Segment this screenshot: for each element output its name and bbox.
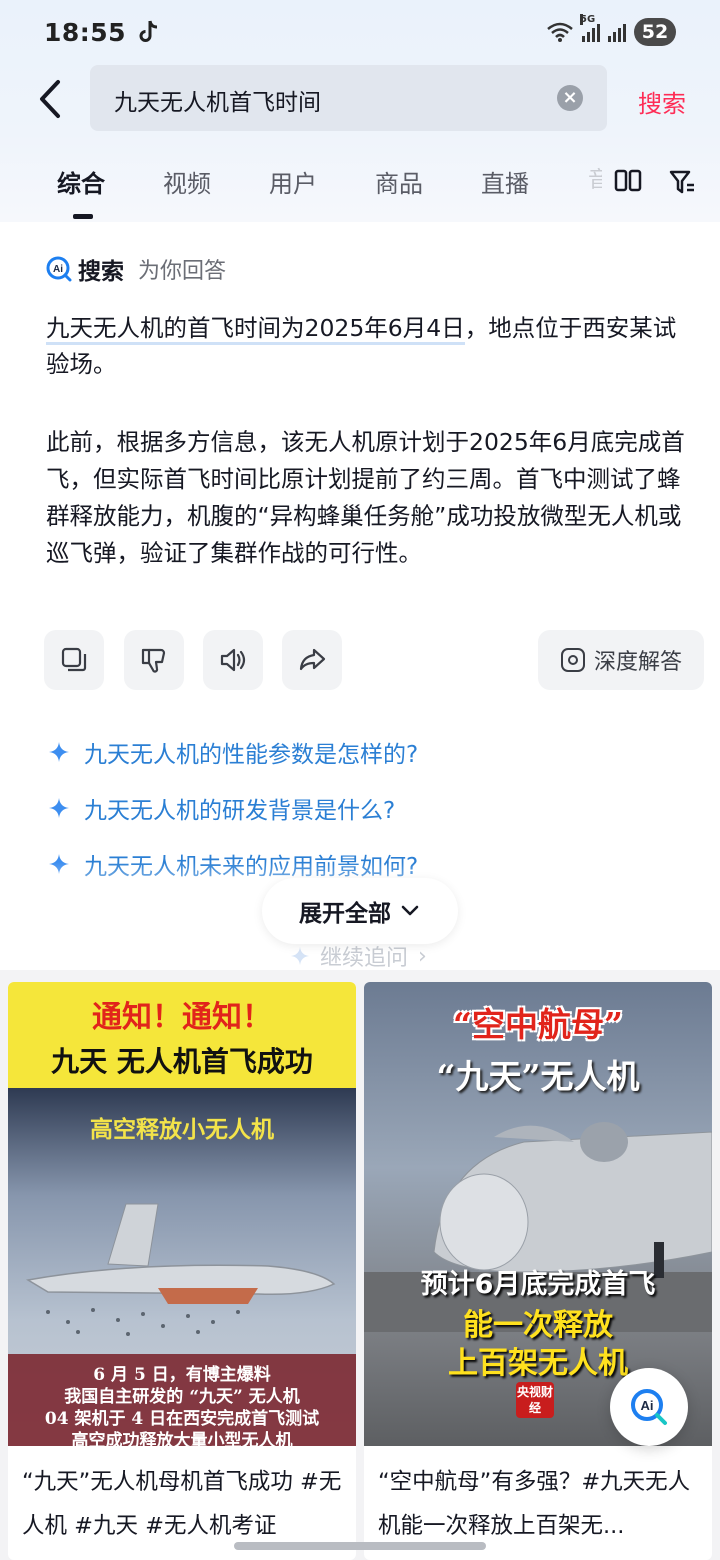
expand-all-button[interactable]: 展开全部 [262, 878, 458, 944]
deep-answer-button[interactable]: 深度解答 [538, 630, 704, 690]
cctv-finance-logo: 央视财经 [516, 1382, 554, 1418]
answer-highlight: 九天无人机的首飞时间为2025年6月4日 [46, 314, 465, 345]
drone-illustration [25, 1203, 336, 1336]
thumb-banner: 高空释放小无人机 [90, 1116, 274, 1143]
wifi-icon [547, 22, 573, 42]
status-time: 18:55 [44, 17, 127, 47]
svg-text:Ai: Ai [53, 264, 63, 275]
home-indicator [234, 1542, 486, 1550]
copy-button[interactable] [44, 630, 104, 690]
svg-text:Ai: Ai [641, 1398, 654, 1413]
tab-users[interactable]: 用户 [269, 164, 317, 199]
status-bar: 18:55 5G 52 [0, 0, 720, 64]
ai-search-logo-icon: Ai [46, 256, 72, 282]
tab-overflow[interactable]: 音 [588, 162, 602, 194]
ai-assistant-button[interactable]: Ai [610, 1368, 688, 1446]
follow-up-text: 九天无人机的研发背景是什么? [84, 798, 396, 824]
filter-icon[interactable] [668, 168, 696, 196]
continue-ask[interactable]: 继续追问 › [290, 940, 427, 972]
thumbs-down-icon [141, 648, 166, 673]
dislike-button[interactable] [124, 630, 184, 690]
back-arrow-icon[interactable] [30, 74, 70, 124]
video-title: “九天”无人机母机首飞成功 #无人机 #九天 #无人机考证 [22, 1469, 342, 1539]
read-aloud-button[interactable] [203, 630, 263, 690]
follow-up-item[interactable]: 九天无人机的性能参数是怎样的? [48, 724, 418, 780]
thumb-headline: “空中航母” [453, 1005, 623, 1044]
layout-toggle-icon[interactable] [614, 168, 642, 194]
share-button[interactable] [282, 630, 342, 690]
chevron-down-icon [401, 905, 419, 916]
sparkle-icon [49, 798, 69, 818]
video-result-card[interactable]: “空中航母” “九天”无人机 预计6月底完成首飞 能一次释放 上百架无人机 央视… [364, 982, 712, 1560]
active-tab-indicator [73, 214, 93, 219]
continue-ask-label: 继续追问 [320, 946, 409, 971]
speaker-icon [220, 648, 246, 672]
search-input[interactable]: 九天无人机首飞时间 × [90, 65, 607, 131]
clear-icon[interactable]: × [557, 85, 583, 111]
video-title: “空中航母”有多强？#九天无人机能一次释放上百架无... [378, 1469, 691, 1539]
network-tag: 5G [580, 14, 596, 25]
ai-answer-card: Ai 搜索 为你回答 九天无人机的首飞时间为2025年6月4日，地点位于西安某试… [0, 222, 720, 972]
deep-answer-label: 深度解答 [593, 650, 682, 675]
search-row: 九天无人机首飞时间 × 搜索 [0, 64, 720, 132]
tab-videos[interactable]: 视频 [163, 164, 211, 199]
battery-indicator: 52 [634, 18, 676, 46]
tab-comprehensive[interactable]: 综合 [57, 164, 105, 199]
answer-paragraph-1: 九天无人机的首飞时间为2025年6月4日，地点位于西安某试验场。 [46, 310, 698, 382]
search-tabs: 综合 视频 用户 商品 直播 [0, 150, 720, 222]
search-button[interactable]: 搜索 [638, 84, 686, 119]
sparkle-icon [290, 946, 310, 966]
video-thumbnail: 通知！通知！ 九天 无人机首飞成功 高空释放小无人机 6 月 5 日，有博主爆料… [8, 982, 356, 1446]
expand-all-label: 展开全部 [299, 901, 391, 927]
ai-answer-header: Ai 搜索 为你回答 [46, 252, 226, 286]
video-result-card[interactable]: 通知！通知！ 九天 无人机首飞成功 高空释放小无人机 6 月 5 日，有博主爆料… [8, 982, 356, 1560]
top-header: 18:55 5G 52 九天无人机首飞时间 × 搜索 综合 视频 用户 商品 直… [0, 0, 720, 222]
answer-actions: 深度解答 [44, 630, 704, 690]
thumb-caption-line: 预计6月底完成首飞 [420, 1269, 656, 1300]
ai-brand-label: 搜索 [78, 259, 124, 285]
thumb-caption-box: 6 月 5 日，有博主爆料 我国自主研发的 “九天” 无人机 04 架机于 4 … [8, 1354, 356, 1446]
copy-icon [61, 647, 87, 672]
follow-up-item[interactable]: 九天无人机的研发背景是什么? [48, 780, 418, 836]
tab-live[interactable]: 直播 [481, 164, 529, 199]
answer-paragraph-2: 此前，根据多方信息，该无人机原计划于2025年6月底完成首飞，但实际首飞时间比原… [46, 428, 685, 567]
thumb-headline: 通知！通知！ [92, 1000, 272, 1035]
chevron-right-icon: › [418, 943, 427, 969]
search-query: 九天无人机首飞时间 [114, 90, 321, 116]
signal-icon [608, 22, 626, 42]
follow-up-text: 九天无人机的性能参数是怎样的? [84, 742, 419, 768]
ai-subtitle: 为你回答 [138, 259, 227, 284]
ai-search-logo-icon: Ai [631, 1389, 667, 1425]
deep-answer-icon [560, 648, 585, 672]
signal-5g-icon: 5G [580, 14, 600, 42]
share-icon [299, 648, 326, 671]
thumb-title: “九天”无人机 [436, 1057, 640, 1096]
sparkle-icon [49, 742, 69, 762]
thumb-caption-line: 高空成功释放大量小型无人机 [71, 1431, 293, 1446]
tiktok-icon [139, 20, 158, 42]
tab-products[interactable]: 商品 [375, 164, 423, 199]
thumb-title: 九天 无人机首飞成功 [51, 1045, 313, 1078]
